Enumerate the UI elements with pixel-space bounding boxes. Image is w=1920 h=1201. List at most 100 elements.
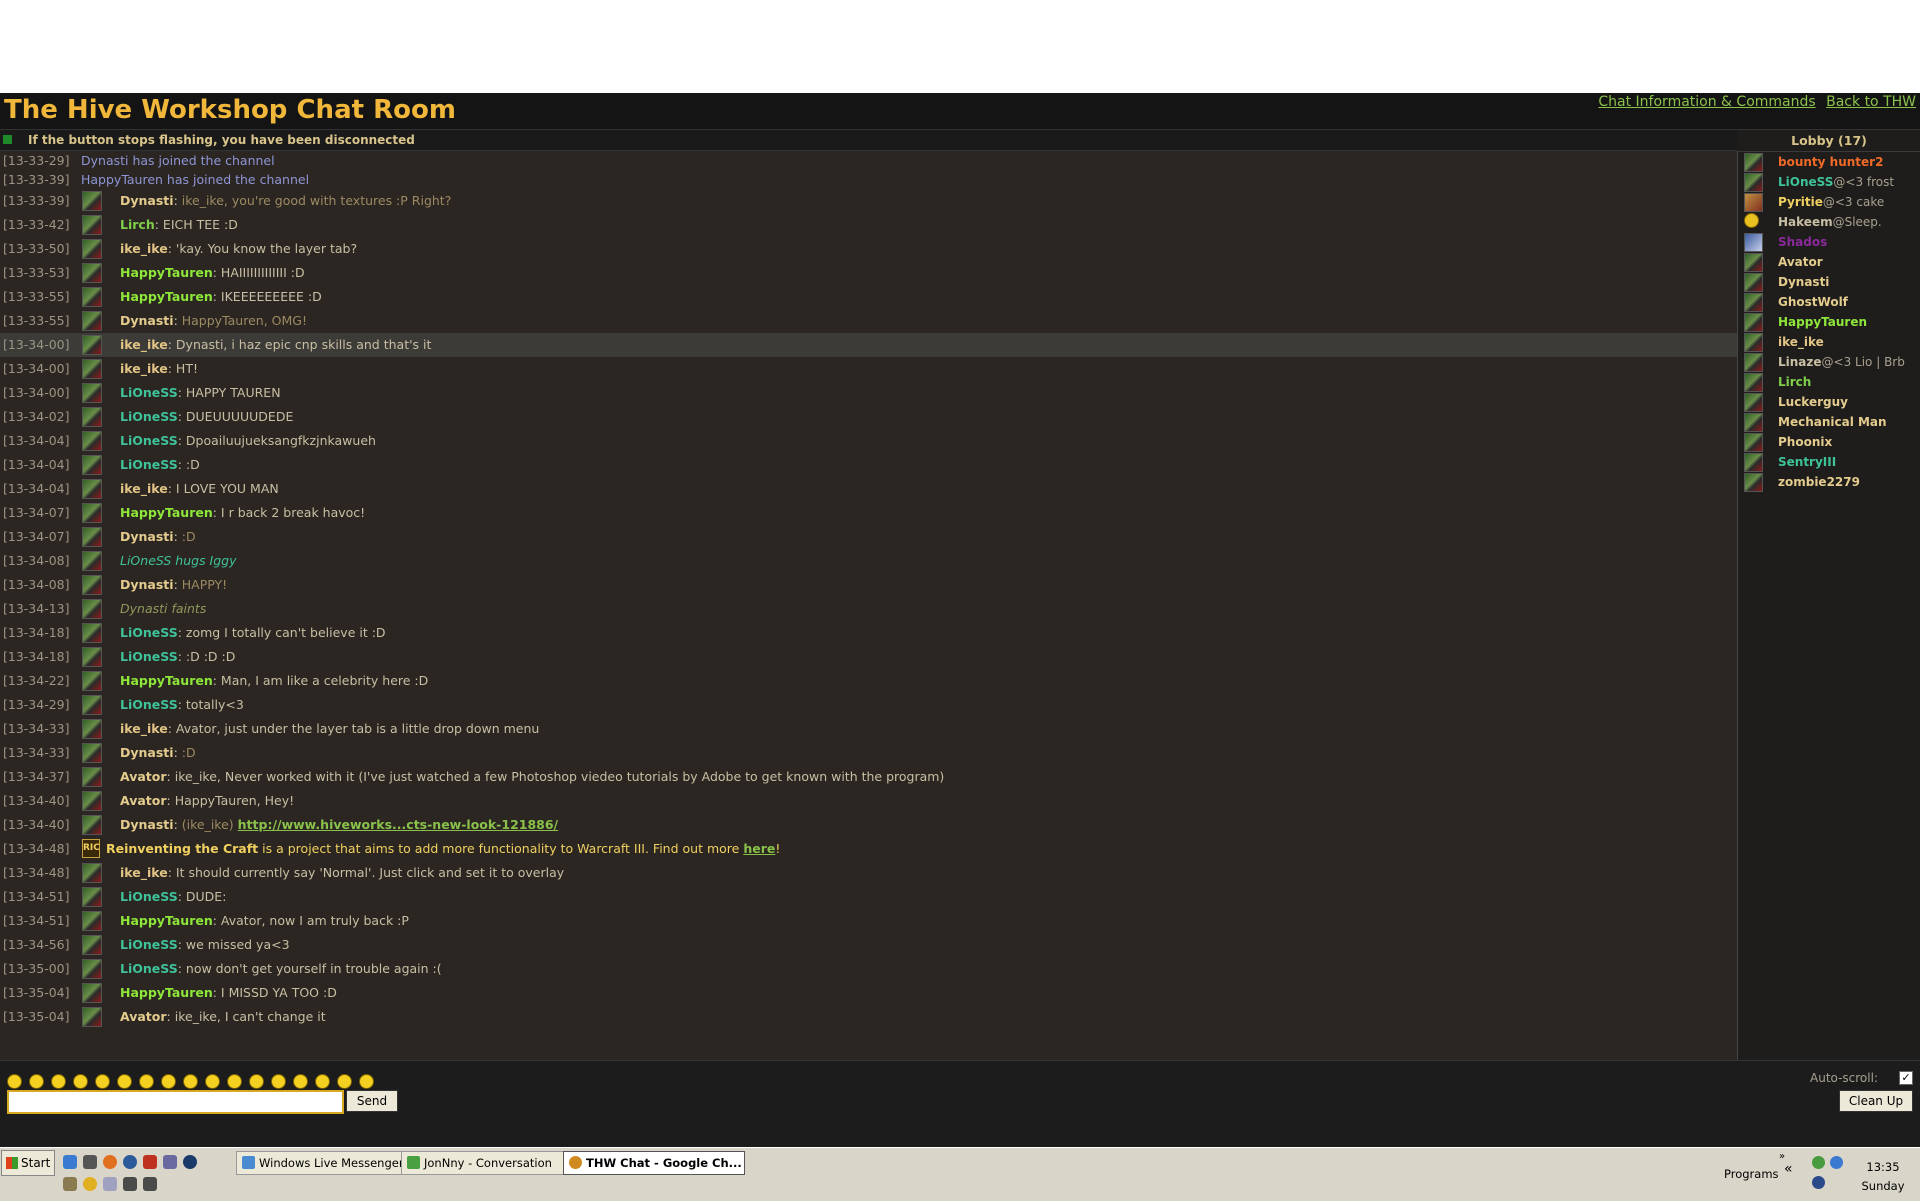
autoscroll-checkbox[interactable]: ✓ <box>1899 1071 1913 1085</box>
lobby-user[interactable]: GhostWolf <box>1738 292 1920 312</box>
message-username[interactable]: LiOneSS <box>120 961 178 976</box>
network-icon[interactable] <box>103 1177 117 1191</box>
back-to-thw-link[interactable]: Back to THW <box>1826 94 1916 110</box>
message-username[interactable]: LiOneSS <box>120 457 178 472</box>
firefox-icon[interactable] <box>103 1155 117 1169</box>
tray-expand-icon[interactable]: « <box>1784 1161 1793 1177</box>
smiley-happy-icon[interactable] <box>183 1074 198 1089</box>
smiley-question-icon[interactable] <box>271 1074 286 1089</box>
explorer-icon[interactable] <box>83 1155 97 1169</box>
smiley-smile-icon[interactable] <box>7 1074 22 1089</box>
start-button[interactable]: Start <box>1 1150 55 1176</box>
lobby-user[interactable]: Lirch <box>1738 372 1920 392</box>
message-username[interactable]: Avator <box>120 1009 167 1024</box>
message-username[interactable]: HappyTauren <box>120 505 213 520</box>
security-tray-icon[interactable] <box>1812 1176 1825 1189</box>
smiley-eek-icon[interactable] <box>227 1074 242 1089</box>
message-username[interactable]: Dynasti <box>120 817 174 832</box>
smiley-confused-icon[interactable] <box>117 1074 132 1089</box>
smiley-mad-icon[interactable] <box>315 1074 330 1089</box>
desktop-icon[interactable] <box>143 1177 157 1191</box>
smiley-neutral-icon[interactable] <box>139 1074 154 1089</box>
app-launcher-icon[interactable] <box>143 1155 157 1169</box>
message-username[interactable]: Dynasti <box>120 745 174 760</box>
user-name: bounty hunter2 <box>1778 155 1884 169</box>
message-username[interactable]: Dynasti <box>120 577 174 592</box>
message-username[interactable]: LiOneSS <box>120 889 178 904</box>
lobby-user[interactable]: SentryIII <box>1738 452 1920 472</box>
smiley-laugh-icon[interactable] <box>293 1074 308 1089</box>
message-username[interactable]: ike_ike <box>120 337 168 352</box>
message-username[interactable]: Avator <box>120 793 167 808</box>
smiley-cool-icon[interactable] <box>51 1074 66 1089</box>
message-link[interactable]: http://www.hiveworks...cts-new-look-1218… <box>238 817 558 832</box>
emote-text: Dynasti faints <box>120 601 207 616</box>
lobby-user[interactable]: Avator <box>1738 252 1920 272</box>
message-username[interactable]: Dynasti <box>120 193 174 208</box>
recycle-icon[interactable] <box>63 1177 77 1191</box>
message-username[interactable]: ike_ike <box>120 721 168 736</box>
announcement-link[interactable]: here <box>743 841 775 856</box>
task-conversation[interactable]: JonNny - Conversation <box>401 1151 580 1175</box>
chrome-icon[interactable] <box>83 1177 97 1191</box>
lobby-user[interactable]: zombie2279 <box>1738 472 1920 492</box>
window-icon[interactable] <box>123 1177 137 1191</box>
message-username[interactable]: HappyTauren <box>120 985 213 1000</box>
task-windows-live-messenger[interactable]: Windows Live Messenger <box>236 1151 420 1175</box>
send-button[interactable]: Send <box>346 1090 398 1112</box>
message-username[interactable]: Avator <box>120 769 167 784</box>
lobby-user[interactable]: Linaze@<3 Lio | Brb <box>1738 352 1920 372</box>
message-username[interactable]: HappyTauren <box>120 265 213 280</box>
system-clock[interactable]: 13:35 Sunday <box>1858 1158 1908 1196</box>
internet-explorer-icon[interactable] <box>63 1155 77 1169</box>
message-username[interactable]: LiOneSS <box>120 385 178 400</box>
message-username[interactable]: LiOneSS <box>120 937 178 952</box>
message-username[interactable]: HappyTauren <box>120 913 213 928</box>
message-username[interactable]: HappyTauren <box>120 673 213 688</box>
lobby-user[interactable]: ike_ike <box>1738 332 1920 352</box>
smiley-wink-icon[interactable] <box>161 1074 176 1089</box>
media-player-icon[interactable] <box>123 1155 137 1169</box>
message-username[interactable]: ike_ike <box>120 481 168 496</box>
message-input[interactable] <box>7 1090 344 1114</box>
message-username[interactable]: HappyTauren <box>120 289 213 304</box>
message-username[interactable]: Dynasti <box>120 313 174 328</box>
lobby-user[interactable]: HappyTauren <box>1738 312 1920 332</box>
lobby-user[interactable]: Luckerguy <box>1738 392 1920 412</box>
lobby-user[interactable]: Shados <box>1738 232 1920 252</box>
globe-icon[interactable] <box>183 1155 197 1169</box>
smiley-sad-icon[interactable] <box>73 1074 88 1089</box>
clean-up-button[interactable]: Clean Up <box>1839 1090 1913 1112</box>
lobby-user[interactable]: LiOneSS@<3 frost <box>1738 172 1920 192</box>
connection-indicator-icon[interactable] <box>3 135 12 144</box>
tool-icon[interactable] <box>163 1155 177 1169</box>
smiley-frown-icon[interactable] <box>205 1074 220 1089</box>
chat-log[interactable]: [13-33-29] Dynasti has joined the channel… <box>0 151 1738 1060</box>
chat-info-link[interactable]: Chat Information & Commands <box>1598 94 1815 110</box>
message-username[interactable]: LiOneSS <box>120 649 178 664</box>
message-username[interactable]: ike_ike <box>120 241 168 256</box>
message-username[interactable]: Dynasti <box>120 529 174 544</box>
messenger-tray-icon[interactable] <box>1812 1156 1825 1169</box>
smiley-alert-icon[interactable] <box>249 1074 264 1089</box>
lobby-user[interactable]: Mechanical Man <box>1738 412 1920 432</box>
message-username[interactable]: Lirch <box>120 217 155 232</box>
lobby-user[interactable]: Hakeem@Sleep. <box>1738 212 1920 232</box>
smiley-love-icon[interactable] <box>337 1074 352 1089</box>
message-username[interactable]: LiOneSS <box>120 433 178 448</box>
lobby-user[interactable]: Dynasti <box>1738 272 1920 292</box>
message-username[interactable]: ike_ike <box>120 361 168 376</box>
smiley-tongue-icon[interactable] <box>95 1074 110 1089</box>
smiley-grin-icon[interactable] <box>29 1074 44 1089</box>
programs-toolbar[interactable]: Programs <box>1724 1167 1779 1181</box>
message-username[interactable]: LiOneSS <box>120 697 178 712</box>
lobby-user[interactable]: Pyritie@<3 cake <box>1738 192 1920 212</box>
smiley-lol-icon[interactable] <box>359 1074 374 1089</box>
task-thw-chat[interactable]: THW Chat - Google Ch... <box>563 1151 745 1175</box>
message-username[interactable]: LiOneSS <box>120 625 178 640</box>
message-username[interactable]: LiOneSS <box>120 409 178 424</box>
network-tray-icon[interactable] <box>1830 1156 1843 1169</box>
lobby-user[interactable]: bounty hunter2 <box>1738 152 1920 172</box>
lobby-user[interactable]: Phoonix <box>1738 432 1920 452</box>
message-username[interactable]: ike_ike <box>120 865 168 880</box>
